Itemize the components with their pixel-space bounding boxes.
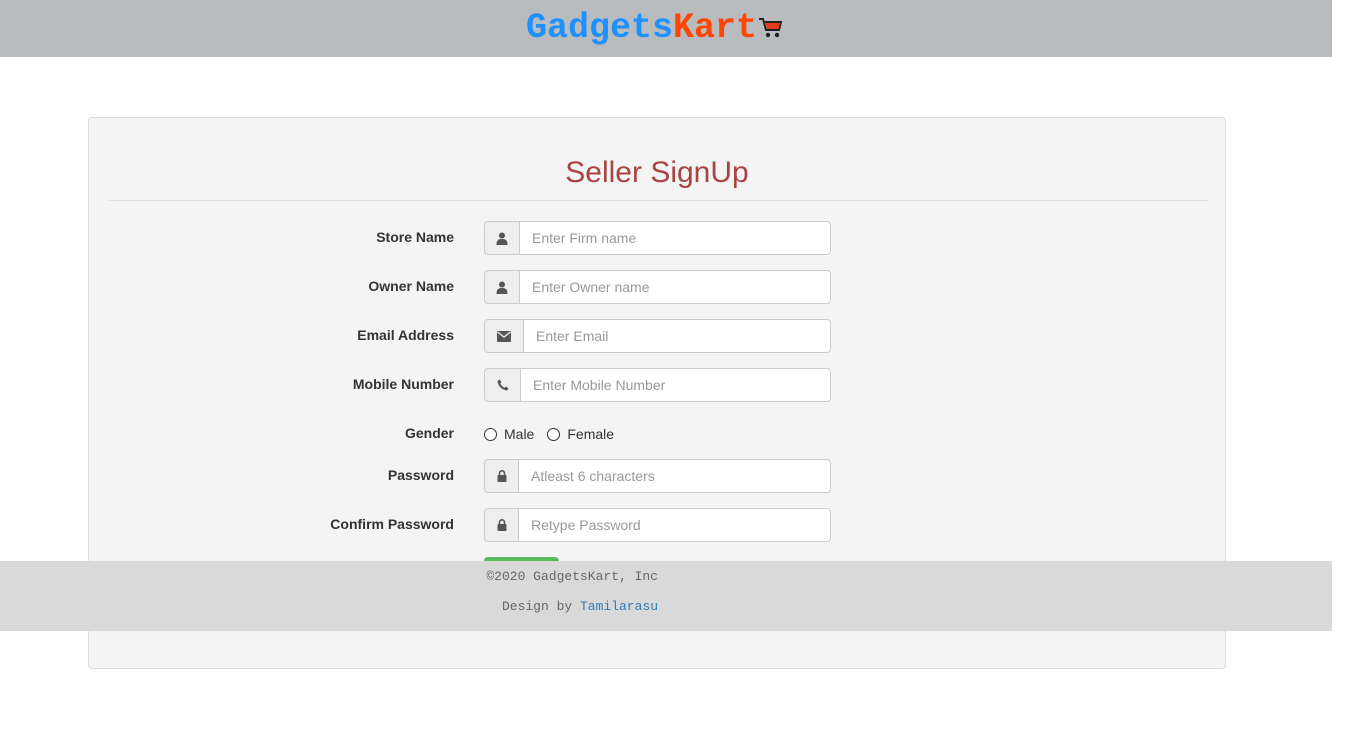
page-title: Seller SignUp	[565, 156, 749, 189]
user-icon	[484, 221, 519, 255]
brand-logo[interactable]: GadgetsKart	[526, 8, 784, 48]
email-group	[484, 319, 831, 353]
lock-icon	[484, 459, 518, 493]
email-input[interactable]	[523, 319, 831, 353]
confirm-password-input[interactable]	[518, 508, 831, 542]
owner-name-input[interactable]	[519, 270, 831, 304]
gender-male-label[interactable]: Male	[504, 426, 534, 442]
confirm-password-label: Confirm Password	[330, 516, 454, 532]
footer-credit-prefix: Design by	[501, 599, 580, 614]
password-input[interactable]	[518, 459, 831, 493]
brand-name-kart: Kart	[673, 8, 758, 48]
confirm-password-group	[484, 508, 831, 542]
password-group	[484, 459, 831, 493]
mobile-number-input[interactable]	[520, 368, 831, 402]
store-name-input[interactable]	[519, 221, 831, 255]
password-label: Password	[387, 467, 454, 483]
phone-icon	[484, 368, 520, 402]
brand-name-gadgets: Gadgets	[526, 8, 674, 48]
gender-label: Gender	[404, 425, 454, 441]
gender-female-label[interactable]: Female	[567, 426, 614, 442]
mobile-number-label: Mobile Number	[352, 376, 454, 392]
footer-credit: Design by Tamilarasu	[0, 599, 658, 614]
owner-name-label: Owner Name	[368, 278, 454, 294]
envelope-icon	[484, 319, 523, 353]
owner-name-group	[484, 270, 831, 304]
gender-options: Male Female	[484, 425, 627, 443]
title-divider	[108, 200, 1208, 201]
lock-icon	[484, 508, 518, 542]
email-label: Email Address	[357, 327, 454, 343]
store-name-label: Store Name	[376, 229, 454, 245]
footer: ©2020 GadgetsKart, Inc Design by Tamilar…	[0, 561, 1332, 631]
store-name-group	[484, 221, 831, 255]
mobile-number-group	[484, 368, 831, 402]
gender-female-radio[interactable]	[547, 427, 561, 441]
footer-copyright: ©2020 GadgetsKart, Inc	[486, 569, 658, 584]
designer-link[interactable]: Tamilarasu	[580, 599, 658, 614]
top-navbar: GadgetsKart	[0, 0, 1332, 57]
user-icon	[484, 270, 519, 304]
shopping-cart-icon	[758, 11, 784, 38]
gender-male-radio[interactable]	[484, 427, 497, 441]
